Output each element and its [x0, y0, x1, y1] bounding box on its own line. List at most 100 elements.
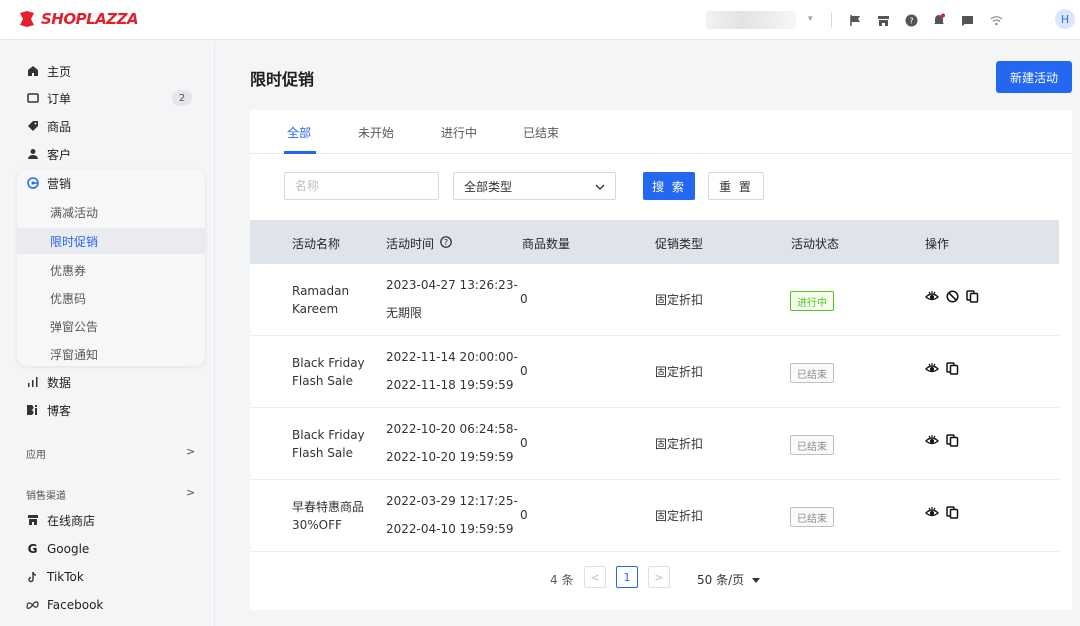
sidebar-subitem-discount-codes[interactable]: 优惠码 [50, 289, 86, 307]
row-actions [925, 361, 959, 375]
tab-all[interactable]: 全部 [287, 124, 311, 141]
activity-time-start: 2023-04-27 13:26:23- [386, 278, 518, 292]
sidebar-item-label: Google [47, 542, 90, 556]
svg-text:?: ? [444, 238, 448, 247]
sidebar-item-label: TikTok [47, 570, 84, 584]
disable-icon[interactable] [945, 289, 959, 303]
sidebar-subitem-flash-sale[interactable]: 限时促销 [50, 232, 98, 250]
copy-icon[interactable] [965, 289, 979, 303]
search-button[interactable]: 搜 索 [643, 172, 695, 200]
sidebar-item-google[interactable]: G Google [26, 540, 90, 558]
sidebar-item-online-store[interactable]: 在线商店 [26, 511, 95, 529]
activity-name[interactable]: 早春特惠商品 30%OFF [292, 498, 364, 534]
product-count: 0 [520, 364, 528, 378]
sidebar-item-label: 博客 [47, 403, 72, 418]
sidebar-item-label: 营销 [47, 176, 72, 191]
activity-time-start: 2022-10-20 06:24:58- [386, 422, 518, 436]
page-size-select[interactable]: 50 条/页 [697, 571, 761, 588]
activity-name[interactable]: Black Friday Flash Sale [292, 354, 365, 390]
chevron-right-icon[interactable]: > [186, 486, 195, 499]
sidebar-item-tiktok[interactable]: TikTok [26, 568, 84, 586]
store-selector[interactable]: ▾ [706, 11, 820, 29]
view-icon[interactable] [925, 289, 939, 303]
column-header-count: 商品数量 [522, 237, 571, 251]
type-select[interactable]: 全部类型 [453, 172, 616, 200]
avatar[interactable]: H [1055, 9, 1075, 29]
active-tab-indicator [284, 151, 316, 154]
copy-icon[interactable] [945, 505, 959, 519]
activity-name-line: Black Friday [292, 428, 365, 442]
sidebar-item-label: 客户 [47, 147, 72, 162]
help-circle-icon[interactable]: ? [440, 236, 452, 251]
sidebar-item-products[interactable]: 商品 [26, 117, 71, 135]
notification-icon[interactable] [930, 11, 948, 29]
product-count: 0 [520, 436, 528, 450]
marketing-icon [26, 177, 39, 190]
user-icon [26, 148, 39, 161]
sidebar-subitem-coupons[interactable]: 优惠券 [50, 261, 86, 279]
sidebar-subitem-popup[interactable]: 弹窗公告 [50, 317, 98, 335]
caret-down-icon [752, 573, 761, 587]
sidebar-item-data[interactable]: 数据 [26, 373, 71, 391]
sidebar-item-blog[interactable]: 博客 [26, 401, 71, 419]
shoplazza-logo-icon [18, 10, 36, 28]
brand-name: SHOPLAZZA [41, 10, 139, 28]
orders-count-badge: 2 [172, 90, 192, 106]
activity-name-line: 早春特惠商品 [292, 500, 365, 514]
top-bar: SHOPLAZZA ▾ ? H [0, 0, 1080, 40]
page-number-button[interactable]: 1 [616, 566, 638, 588]
message-icon[interactable] [958, 11, 976, 29]
flash-sale-card: 全部 未开始 进行中 已结束 全部类型 搜 索 重 置 活动名称 活动时间 ? … [250, 110, 1072, 610]
status-badge: 已结束 [790, 435, 834, 455]
help-icon[interactable]: ? [902, 11, 920, 29]
wifi-icon[interactable] [987, 11, 1005, 29]
status-tabs: 全部 未开始 进行中 已结束 [250, 110, 1072, 154]
view-icon[interactable] [925, 433, 939, 447]
activity-time-start: 2022-03-29 12:17:25- [386, 494, 518, 508]
sidebar-item-marketing[interactable]: 营销 [26, 174, 71, 192]
chevron-down-icon [595, 179, 605, 193]
product-count: 0 [520, 508, 528, 522]
sidebar-item-home[interactable]: 主页 [26, 62, 71, 80]
copy-icon[interactable] [945, 361, 959, 375]
svg-text:?: ? [909, 16, 913, 25]
sidebar-item-customers[interactable]: 客户 [26, 145, 71, 163]
page-title: 限时促销 [250, 70, 315, 89]
sidebar-item-label: Facebook [47, 598, 104, 612]
next-page-button[interactable]: > [648, 566, 670, 588]
reset-button[interactable]: 重 置 [708, 172, 764, 200]
apps-section-label[interactable]: 应用 [26, 446, 46, 461]
tab-in-progress[interactable]: 进行中 [441, 124, 477, 141]
create-activity-button[interactable]: 新建活动 [996, 61, 1072, 93]
store-icon[interactable] [874, 11, 892, 29]
tab-ended[interactable]: 已结束 [523, 124, 559, 141]
sales-channels-section-label[interactable]: 销售渠道 [26, 487, 66, 502]
view-icon[interactable] [925, 361, 939, 375]
table-scrollbar[interactable] [1059, 220, 1072, 550]
column-header-name: 活动名称 [292, 237, 341, 251]
activity-time-end: 2022-04-10 19:59:59 [386, 522, 514, 536]
column-header-time-label: 活动时间 [386, 237, 435, 251]
flag-icon[interactable] [846, 11, 864, 29]
table-row: Ramadan Kareem 2023-04-27 13:26:23- 无期限 … [250, 264, 1059, 336]
shoplazza-logo[interactable]: SHOPLAZZA [18, 10, 139, 28]
activity-name[interactable]: Ramadan Kareem [292, 282, 349, 318]
activity-name[interactable]: Black Friday Flash Sale [292, 426, 365, 462]
name-search-input[interactable] [284, 172, 439, 200]
sidebar-item-orders[interactable]: 订单 [26, 89, 71, 107]
prev-page-button[interactable]: < [584, 566, 606, 588]
sidebar-item-facebook[interactable]: Facebook [26, 596, 103, 614]
chevron-right-icon[interactable]: > [186, 445, 195, 458]
blog-icon [26, 404, 39, 417]
sidebar-subitem-full-reduction[interactable]: 满减活动 [50, 203, 98, 221]
orders-icon [26, 92, 39, 105]
activity-name-line: Black Friday [292, 356, 365, 370]
tab-not-started[interactable]: 未开始 [358, 124, 394, 141]
view-icon[interactable] [925, 505, 939, 519]
marketing-submenu [17, 170, 205, 366]
sidebar-subitem-floating-notice[interactable]: 浮窗通知 [50, 345, 98, 363]
copy-icon[interactable] [945, 433, 959, 447]
promotion-type: 固定折扣 [655, 437, 704, 451]
activity-name-line: Flash Sale [292, 446, 353, 460]
sidebar-item-label: 数据 [47, 375, 72, 390]
